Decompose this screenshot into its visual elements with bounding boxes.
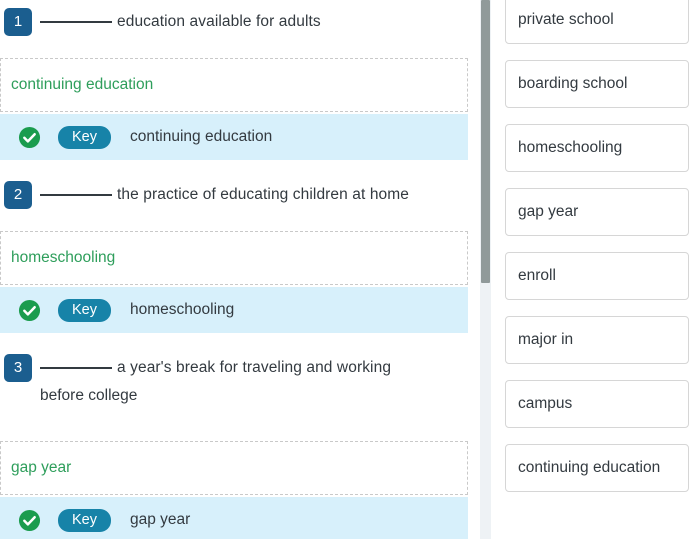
question-number-badge: 1	[4, 8, 32, 36]
question-prompt-text: the practice of educating children at ho…	[40, 181, 409, 209]
question-prompt: 2 the practice of educating children at …	[4, 181, 472, 209]
word-bank-list: private school boarding school homeschoo…	[505, 0, 689, 508]
answer-text: gap year	[11, 459, 72, 476]
question-prompt-line2: before college	[40, 387, 138, 404]
question-prompt-after-blank: the practice of educating children at ho…	[117, 186, 409, 203]
word-chip[interactable]: private school	[505, 0, 689, 44]
key-badge: Key	[58, 508, 111, 532]
key-row: Key continuing education	[0, 114, 468, 160]
question-prompt: 1 education available for adults	[4, 8, 472, 36]
blank-line	[40, 194, 112, 196]
word-chip[interactable]: homeschooling	[505, 124, 689, 172]
answer-input-box[interactable]: continuing education	[0, 58, 468, 112]
answer-input-box[interactable]: homeschooling	[0, 231, 468, 285]
word-chip[interactable]: major in	[505, 316, 689, 364]
answer-input-box[interactable]: gap year	[0, 441, 468, 495]
word-chip[interactable]: enroll	[505, 252, 689, 300]
blank-line	[40, 21, 112, 23]
key-answer-text: continuing education	[130, 128, 273, 145]
word-bank-panel: private school boarding school homeschoo…	[480, 0, 689, 539]
word-bank-scrollbar[interactable]	[480, 0, 491, 539]
question-number-badge: 3	[4, 354, 32, 382]
blank-line	[40, 367, 112, 369]
key-row: Key gap year	[0, 497, 468, 539]
question-block: 3 a year's break for traveling and worki…	[4, 354, 472, 410]
question-number-badge: 2	[4, 181, 32, 209]
key-answer-text: gap year	[130, 511, 191, 528]
answer-text: homeschooling	[11, 249, 116, 266]
question-prompt-text: education available for adults	[40, 8, 321, 36]
key-badge: Key	[58, 125, 111, 149]
exercise-column: 1 education available for adults continu…	[0, 0, 480, 539]
word-chip[interactable]: continuing education	[505, 444, 689, 492]
check-circle-icon	[18, 299, 41, 321]
word-chip[interactable]: campus	[505, 380, 689, 428]
word-chip[interactable]: gap year	[505, 188, 689, 236]
question-prompt-after-blank: education available for adults	[117, 13, 321, 30]
question-prompt: 3 a year's break for traveling and worki…	[4, 354, 472, 382]
key-row: Key homeschooling	[0, 287, 468, 333]
check-circle-icon	[18, 509, 41, 531]
key-answer-text: homeschooling	[130, 301, 235, 318]
question-prompt-after-blank: a year's break for traveling and working	[117, 359, 392, 376]
scrollbar-thumb[interactable]	[481, 0, 490, 283]
question-block: 1 education available for adults	[4, 8, 472, 36]
answer-text: continuing education	[11, 76, 154, 93]
question-prompt-text: a year's break for traveling and working	[40, 354, 391, 382]
exercise-page: 1 education available for adults continu…	[0, 0, 689, 539]
check-circle-icon	[18, 126, 41, 148]
word-chip[interactable]: boarding school	[505, 60, 689, 108]
key-badge: Key	[58, 298, 111, 322]
question-block: 2 the practice of educating children at …	[4, 181, 472, 209]
